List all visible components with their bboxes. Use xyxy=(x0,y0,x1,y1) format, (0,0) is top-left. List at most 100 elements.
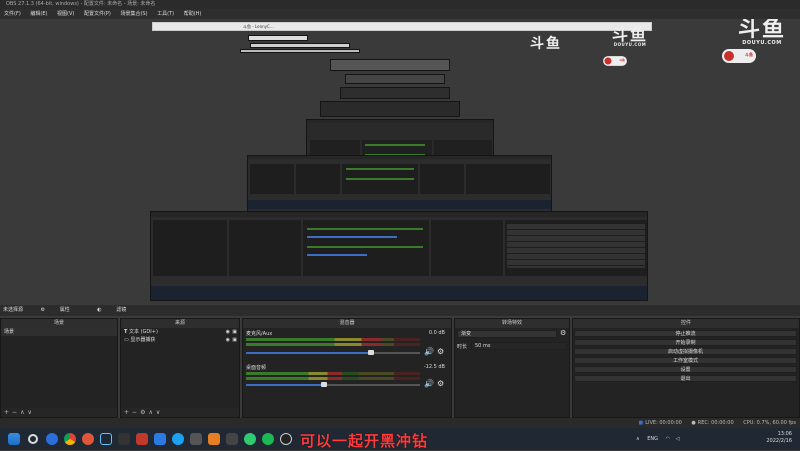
level-meter xyxy=(246,338,382,341)
source-item[interactable]: ▭ 显示器捕获 ◉ ▣ xyxy=(121,336,239,344)
app-icon[interactable] xyxy=(208,433,220,445)
douyu-logo: 斗鱼 DOUYU.COM xyxy=(612,25,649,47)
studio-mode-button[interactable]: 工作室模式 xyxy=(574,357,797,364)
sources-title: 来源 xyxy=(121,319,239,328)
add-icon[interactable]: + xyxy=(4,409,12,416)
mixer-channel: 桌面音频 -12.5 dB 🔊 ⚙ xyxy=(243,364,451,400)
level-meter xyxy=(246,372,342,375)
transition-type-select[interactable]: 渐变 xyxy=(457,330,557,338)
nested-browser-window: 斗鱼 - LennyC... xyxy=(152,22,652,31)
add-icon[interactable]: + xyxy=(124,409,132,416)
obs-icon[interactable] xyxy=(280,433,292,445)
mixer-panel: 混音器 麦克风/Aux 0.0 dB 🔊 ⚙ 桌面音频 -12.5 dB 🔊 ⚙ xyxy=(242,318,452,418)
transitions-title: 转场特效 xyxy=(455,319,569,328)
duration-label: 时长 xyxy=(457,344,468,350)
search-icon[interactable] xyxy=(28,434,38,444)
nested-window xyxy=(330,59,450,71)
rec-indicator-icon: ● xyxy=(691,420,696,426)
eye-icon[interactable]: ◉ xyxy=(226,336,230,344)
gear-icon[interactable]: ⚙ xyxy=(437,347,444,356)
channel-name: 桌面音频 xyxy=(246,365,267,371)
menu-edit[interactable]: 编辑(E) xyxy=(30,11,47,17)
remove-icon[interactable]: − xyxy=(12,409,20,416)
cpu-status: CPU: 0.7%, 60.00 fps xyxy=(743,420,796,426)
down-icon[interactable]: ∨ xyxy=(27,409,34,416)
windows-start-icon[interactable] xyxy=(8,433,20,445)
scenes-toolbar: +−∧∨ xyxy=(1,408,117,417)
scene-item[interactable]: 场景 xyxy=(1,328,117,336)
language-indicator[interactable]: ENG xyxy=(647,436,658,442)
douyu-logo: 斗鱼 DOUYU.COM xyxy=(738,19,787,46)
settings-button[interactable]: 设置 xyxy=(574,366,797,373)
transition-type-row: 渐变 ⚙ xyxy=(457,329,567,340)
source-item[interactable]: T 文本 (GDI+) ◉ ▣ xyxy=(121,328,239,336)
lock-icon[interactable]: ▣ xyxy=(232,336,237,344)
gear-icon[interactable]: ⚙ xyxy=(560,329,566,337)
nested-window xyxy=(248,35,308,41)
rec-time: REC: 00:00:00 xyxy=(697,420,734,426)
system-tray: ∧ ENG ◠ ◁ xyxy=(636,436,679,442)
up-icon[interactable]: ∧ xyxy=(148,409,155,416)
virtual-camera-button[interactable]: 启动虚拟摄像机 xyxy=(574,348,797,355)
properties-button[interactable]: ⚙ 属性 xyxy=(38,307,80,313)
app-icon[interactable] xyxy=(172,433,184,445)
nested-window xyxy=(345,74,445,84)
channel-name: 麦克风/Aux xyxy=(246,331,273,337)
remove-icon[interactable]: − xyxy=(132,409,140,416)
speaker-icon[interactable]: 🔊 xyxy=(424,379,434,388)
live-time: LIVE: 00:00:00 xyxy=(645,420,682,426)
chrome-icon[interactable] xyxy=(64,433,76,445)
chevron-up-icon[interactable]: ∧ xyxy=(636,436,640,442)
gear-icon[interactable]: ⚙ xyxy=(437,379,444,388)
menu-scene-collection[interactable]: 场景集合(S) xyxy=(120,11,147,17)
down-icon[interactable]: ∨ xyxy=(156,409,163,416)
steam-icon[interactable] xyxy=(100,433,112,445)
app-icon[interactable] xyxy=(136,433,148,445)
app-icon[interactable] xyxy=(226,433,238,445)
eye-icon[interactable]: ◉ xyxy=(226,328,230,336)
browser-icon[interactable] xyxy=(46,433,58,445)
exit-button[interactable]: 退出 xyxy=(574,375,797,382)
preview-canvas[interactable]: 斗鱼 - LennyC... 斗鱼 斗鱼 DOUYU.COM 斗鱼 DOUYU.… xyxy=(0,19,800,305)
source-toolbar: 未选择源 ⚙ 属性 ◐ 滤镜 xyxy=(0,305,800,316)
status-bar: ■ LIVE: 00:00:00 ● REC: 00:00:00 CPU: 0.7%… xyxy=(0,418,800,428)
filters-button[interactable]: ◐ 滤镜 xyxy=(94,307,136,313)
clock[interactable]: 13:06 2022/2/16 xyxy=(766,431,792,445)
start-recording-button[interactable]: 开始录制 xyxy=(574,339,797,346)
douyu-badge: 斗鱼 xyxy=(722,49,756,63)
text-icon: T xyxy=(124,329,128,335)
nested-window xyxy=(340,87,450,99)
menu-profile[interactable]: 配置文件(P) xyxy=(84,11,111,17)
menu-tools[interactable]: 工具(T) xyxy=(157,11,174,17)
menu-bar: 文件(F) 编辑(E) 视图(V) 配置文件(P) 场景集合(S) 工具(T) … xyxy=(0,9,800,19)
menu-help[interactable]: 帮助(H) xyxy=(184,11,202,17)
volume-slider[interactable] xyxy=(368,350,374,355)
wifi-icon[interactable]: ◠ xyxy=(666,436,670,442)
douyu-badge: 斗鱼 xyxy=(603,56,627,66)
menu-file[interactable]: 文件(F) xyxy=(4,11,21,17)
app-icon[interactable] xyxy=(118,433,130,445)
menu-view[interactable]: 视图(V) xyxy=(57,11,74,17)
sources-toolbar: +−⚙∧∨ xyxy=(121,408,239,417)
app-icon[interactable] xyxy=(82,433,94,445)
app-icon[interactable] xyxy=(154,433,166,445)
window-title: OBS 27.1.3 (64-bit, windows) - 配置文件: 未命名… xyxy=(0,0,800,9)
duration-input[interactable]: 50 ms xyxy=(471,342,567,350)
wechat-icon[interactable] xyxy=(244,433,256,445)
nested-obs-window xyxy=(247,155,552,212)
speaker-icon[interactable]: ◁ xyxy=(676,436,680,442)
subtitle-overlay: 可以一起开黑冲钻 xyxy=(300,432,429,450)
volume-slider[interactable] xyxy=(321,382,327,387)
app-icon[interactable] xyxy=(190,433,202,445)
filter-icon: ◐ xyxy=(97,307,102,313)
stop-streaming-button[interactable]: 停止推流 xyxy=(574,330,797,337)
monitor-icon: ▭ xyxy=(124,337,129,343)
gear-icon: ⚙ xyxy=(40,307,46,313)
speaker-icon[interactable]: 🔊 xyxy=(424,347,434,356)
nested-title: 斗鱼 - LennyC... xyxy=(243,24,274,29)
spotify-icon[interactable] xyxy=(262,433,274,445)
nested-window xyxy=(240,49,360,53)
level-meter xyxy=(246,377,342,380)
channel-db: 0.0 dB xyxy=(428,330,445,336)
lock-icon[interactable]: ▣ xyxy=(232,328,237,336)
